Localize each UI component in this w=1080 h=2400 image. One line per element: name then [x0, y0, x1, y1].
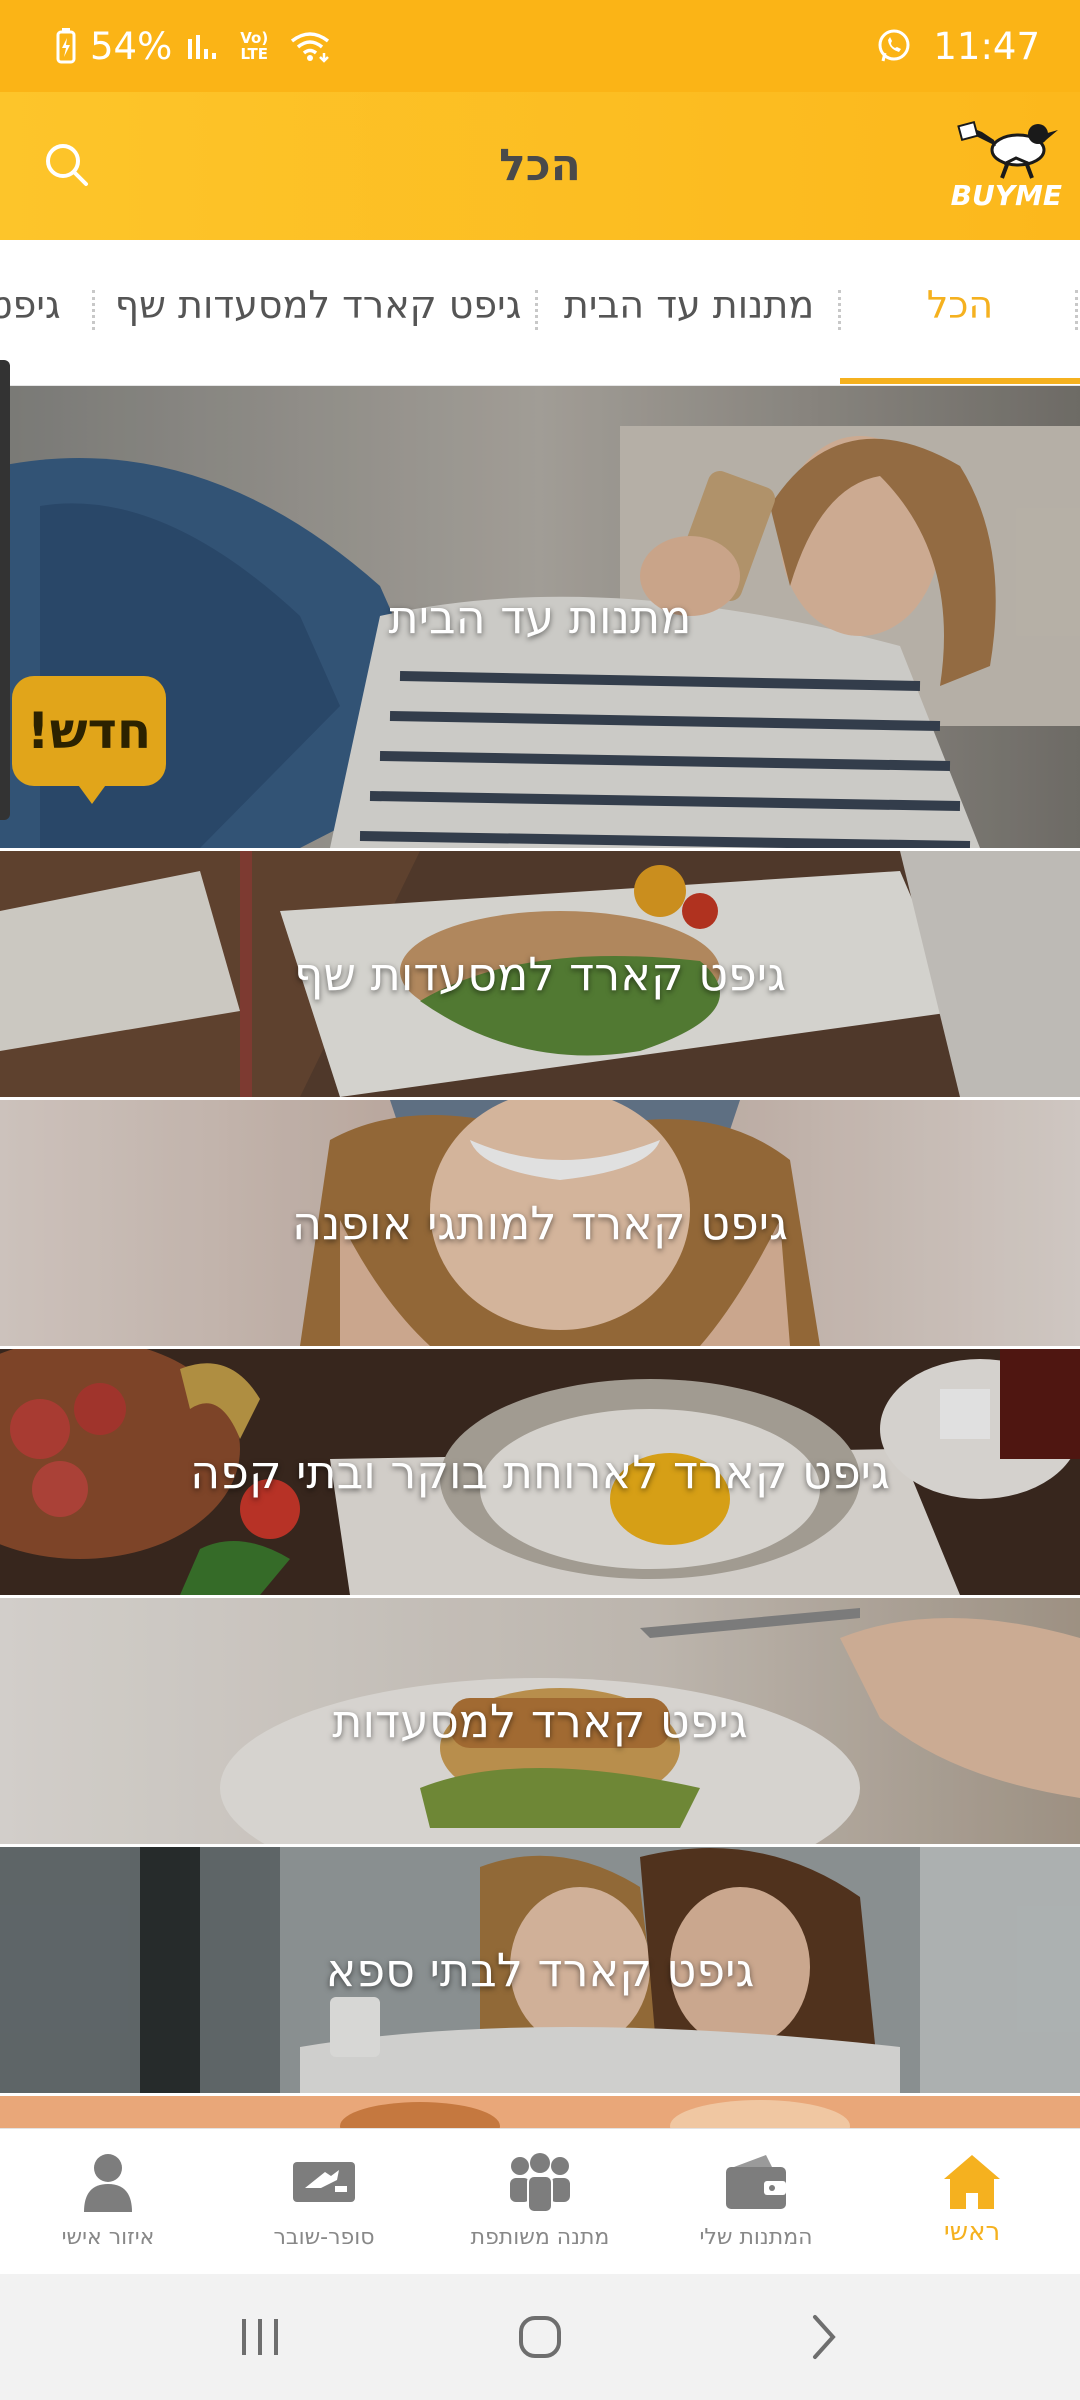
tab-label: מתנות עד הבית [563, 283, 815, 327]
banner-title: גיפט קארד למותגי אופנה [291, 1196, 788, 1250]
nav-super-voucher[interactable]: סופר-שובר [216, 2129, 432, 2275]
person-icon [0, 2147, 216, 2217]
search-button[interactable] [30, 130, 102, 202]
nav-label: מתנה משותפת [470, 2225, 610, 2250]
category-tabs: הכל מתנות עד הבית גיפט קארד למסעדות שף ג… [0, 240, 1080, 386]
tab-label: הכל [926, 283, 994, 327]
page-title: הכל [499, 140, 581, 191]
nav-personal-area[interactable]: איזור אישי [0, 2129, 216, 2275]
wifi-icon [288, 29, 332, 63]
banner-chef-restaurants[interactable]: גיפט קארד למסעדות שף [0, 851, 1080, 1097]
banner-title: גיפט קארד למסעדות שף [293, 947, 787, 1001]
tab-separator [1075, 290, 1078, 330]
tab-more[interactable]: גיפט [0, 240, 68, 385]
nav-label: סופר-שובר [273, 2225, 375, 2250]
nav-my-gifts[interactable]: המתנות שלי [648, 2129, 864, 2275]
home-circle-icon [519, 2316, 561, 2358]
banner-next-peek[interactable] [0, 2096, 1080, 2128]
signal-icon [186, 31, 220, 61]
new-badge-tail [76, 782, 108, 804]
wallet-icon [648, 2147, 864, 2217]
lte-indicator: Vo) LTE [234, 30, 274, 62]
voucher-icon [216, 2147, 432, 2217]
new-badge-label: חדש! [12, 676, 166, 786]
tab-home-gifts[interactable]: מתנות עד הבית [544, 240, 834, 385]
tab-all[interactable]: הכל [840, 240, 1080, 385]
banner-fashion-brands[interactable]: גיפט קארד למותגי אופנה [0, 1100, 1080, 1346]
tab-separator [92, 290, 95, 330]
tab-separator [838, 290, 841, 330]
banner-title: גיפט קארד למסעדות [332, 1694, 748, 1748]
home-system-button[interactable] [500, 2304, 580, 2370]
nav-group-gift[interactable]: מתנה משותפת [432, 2129, 648, 2275]
banner-title: גיפט קארד לארוחת בוקר ובתי קפה [190, 1445, 890, 1499]
app-header: הכל BUYME [0, 92, 1080, 240]
tab-label: גיפט קארד למסעדות שף [114, 283, 522, 327]
whatsapp-icon [875, 27, 913, 65]
back-button[interactable] [784, 2304, 864, 2370]
banner-breakfast-cafes[interactable]: גיפט קארד לארוחת בוקר ובתי קפה [0, 1349, 1080, 1595]
banner-image [0, 2096, 1080, 2128]
recent-apps-button[interactable] [220, 2304, 300, 2370]
system-navigation-bar [0, 2274, 1080, 2400]
banner-title: גיפט קארד לבתי ספא [325, 1943, 755, 1997]
buyme-logo[interactable]: BUYME [946, 118, 1066, 218]
banner-spa[interactable]: גיפט קארד לבתי ספא [0, 1847, 1080, 2093]
side-panel-handle[interactable] [0, 360, 10, 820]
recent-apps-icon [242, 2319, 278, 2355]
lte-label: Vo) LTE [240, 29, 269, 63]
group-icon [432, 2147, 648, 2217]
battery-percent: 54% [90, 24, 173, 68]
clock: 11:47 [933, 24, 1040, 68]
nav-home[interactable]: ראשי [864, 2129, 1080, 2275]
status-bar: 54% Vo) LTE 11:47 [0, 0, 1080, 92]
banner-restaurants[interactable]: גיפט קארד למסעדות [0, 1598, 1080, 1844]
search-icon [42, 140, 90, 192]
tab-chef-restaurants[interactable]: גיפט קארד למסעדות שף [108, 240, 528, 385]
tab-separator [535, 290, 538, 330]
tab-active-indicator [840, 378, 1080, 384]
back-chevron-icon [813, 2315, 836, 2359]
tab-label: גיפט [0, 283, 61, 327]
bottom-navigation: איזור אישי סופר-שובר מתנה משותפת המתנות … [0, 2128, 1080, 2274]
logo-text: BUYME [950, 179, 1062, 212]
home-icon [864, 2147, 1080, 2217]
buyme-mascot-icon [957, 120, 1058, 179]
nav-label: ראשי [943, 2217, 1001, 2247]
nav-label: המתנות שלי [699, 2225, 813, 2250]
banner-title: מתנות עד הבית [388, 590, 692, 644]
battery-charging-icon [56, 28, 76, 64]
new-badge: חדש! [12, 676, 166, 804]
nav-label: איזור אישי [61, 2225, 155, 2250]
